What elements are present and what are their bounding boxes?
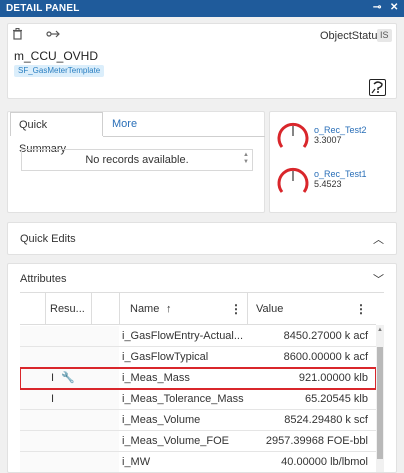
row-result: I xyxy=(51,393,55,405)
row-name: i_Meas_Volume xyxy=(122,414,201,426)
gauge-dial-icon xyxy=(277,167,309,193)
row-name: i_MW xyxy=(122,456,151,468)
row-name: i_Meas_Mass xyxy=(122,372,190,384)
chevron-down-icon[interactable]: ﹀ xyxy=(373,271,384,287)
column-header-value[interactable]: Value xyxy=(256,293,283,325)
table-row[interactable]: i_MW 40.00000 lb/lbmol xyxy=(20,452,376,472)
gauge-name[interactable]: o_Rec_Test2 xyxy=(314,125,367,135)
name-column-menu-icon[interactable]: ⋮ xyxy=(230,302,242,316)
gauge-o-rec-test2[interactable] xyxy=(274,117,312,155)
records-scroll-arrows[interactable]: ▲ ▼ xyxy=(243,152,249,166)
tab-quick-summary[interactable]: Quick Summary xyxy=(10,112,103,155)
row-name: i_Meas_Volume_FOE xyxy=(122,435,229,447)
panel-titlebar: DETAIL PANEL ⊸ ✕ xyxy=(0,0,404,17)
help-icon[interactable] xyxy=(369,79,386,96)
sort-ascending-icon[interactable]: ↑ xyxy=(166,293,172,325)
table-row-selected[interactable]: I 🔧 i_Meas_Mass 921.00000 klb xyxy=(20,367,377,390)
quick-summary-card: Quick Summary More No records available.… xyxy=(7,111,265,213)
gauge-o-rec-test1[interactable] xyxy=(274,162,312,200)
row-name: i_Meas_Tolerance_Mass xyxy=(122,393,244,405)
link-icon[interactable] xyxy=(46,28,62,42)
column-header-name[interactable]: Name xyxy=(130,293,159,325)
object-status-label: ObjectStatus xyxy=(320,30,383,42)
gauge-dial-icon xyxy=(277,122,309,148)
row-value: 40.00000 lb/lbmol xyxy=(281,456,368,468)
object-status-badge: IS xyxy=(377,29,392,42)
row-value: 2957.39968 FOE-bbl xyxy=(265,435,368,447)
attributes-section: Attributes ﹀ Resu... Name ↑ ⋮ Value ⋮ i_… xyxy=(7,263,397,473)
gauge-value: 5.4523 xyxy=(314,179,342,189)
wrench-icon[interactable]: 🔧 xyxy=(61,368,75,389)
panel-title: DETAIL PANEL xyxy=(6,3,80,14)
row-value: 8600.00000 k acf xyxy=(283,351,368,363)
row-name: i_GasFlowTypical xyxy=(122,351,209,363)
records-list: No records available. ▲ ▼ xyxy=(21,149,253,171)
object-header-card: m_CCU_OVHD SF_GasMeterTemplate ObjectSta… xyxy=(7,23,397,99)
row-result: I xyxy=(51,372,55,384)
tab-divider xyxy=(103,136,265,137)
gauge-name[interactable]: o_Rec_Test1 xyxy=(314,169,367,179)
tab-more[interactable]: More xyxy=(104,112,145,136)
gauge-value: 3.3007 xyxy=(314,135,342,145)
pin-icon[interactable]: ⊸ xyxy=(373,2,382,13)
quick-edits-title: Quick Edits xyxy=(20,233,76,245)
grid-header: Resu... Name ↑ ⋮ Value ⋮ xyxy=(20,293,376,325)
row-value: 8524.29480 k scf xyxy=(284,414,368,426)
gauges-card: o_Rec_Test2 3.3007 o_Rec_Test1 5.4523 xyxy=(269,111,397,213)
table-row[interactable]: i_GasFlowTypical 8600.00000 k acf xyxy=(20,347,376,368)
object-name: m_CCU_OVHD xyxy=(14,49,99,63)
table-row[interactable]: i_GasFlowEntry-Actual... 8450.27000 k ac… xyxy=(20,326,376,347)
scroll-up-icon[interactable]: ▲ xyxy=(377,327,383,333)
empty-records-text: No records available. xyxy=(85,154,189,166)
template-badge[interactable]: SF_GasMeterTemplate xyxy=(14,65,105,77)
row-value: 921.00000 klb xyxy=(298,372,368,384)
value-column-menu-icon[interactable]: ⋮ xyxy=(355,302,367,316)
row-value: 8450.27000 k acf xyxy=(283,330,368,342)
attributes-grid: Resu... Name ↑ ⋮ Value ⋮ i_GasFlowEntry-… xyxy=(20,292,384,472)
table-row[interactable]: I i_Meas_Tolerance_Mass 65.20545 klb xyxy=(20,389,376,410)
column-header-result[interactable]: Resu... xyxy=(50,293,85,325)
chevron-up-icon[interactable]: ︿ xyxy=(373,231,384,247)
close-icon[interactable]: ✕ xyxy=(390,2,399,13)
row-name: i_GasFlowEntry-Actual... xyxy=(122,330,244,342)
grid-scrollbar-thumb[interactable] xyxy=(377,347,383,459)
table-row[interactable]: i_Meas_Volume 8524.29480 k scf xyxy=(20,410,376,431)
table-row[interactable]: i_Meas_Volume_FOE 2957.39968 FOE-bbl xyxy=(20,431,376,452)
attributes-title: Attributes xyxy=(20,273,67,285)
row-value: 65.20545 klb xyxy=(305,393,368,405)
quick-edits-section[interactable]: Quick Edits ︿ xyxy=(7,222,397,255)
trash-icon[interactable] xyxy=(12,28,23,43)
